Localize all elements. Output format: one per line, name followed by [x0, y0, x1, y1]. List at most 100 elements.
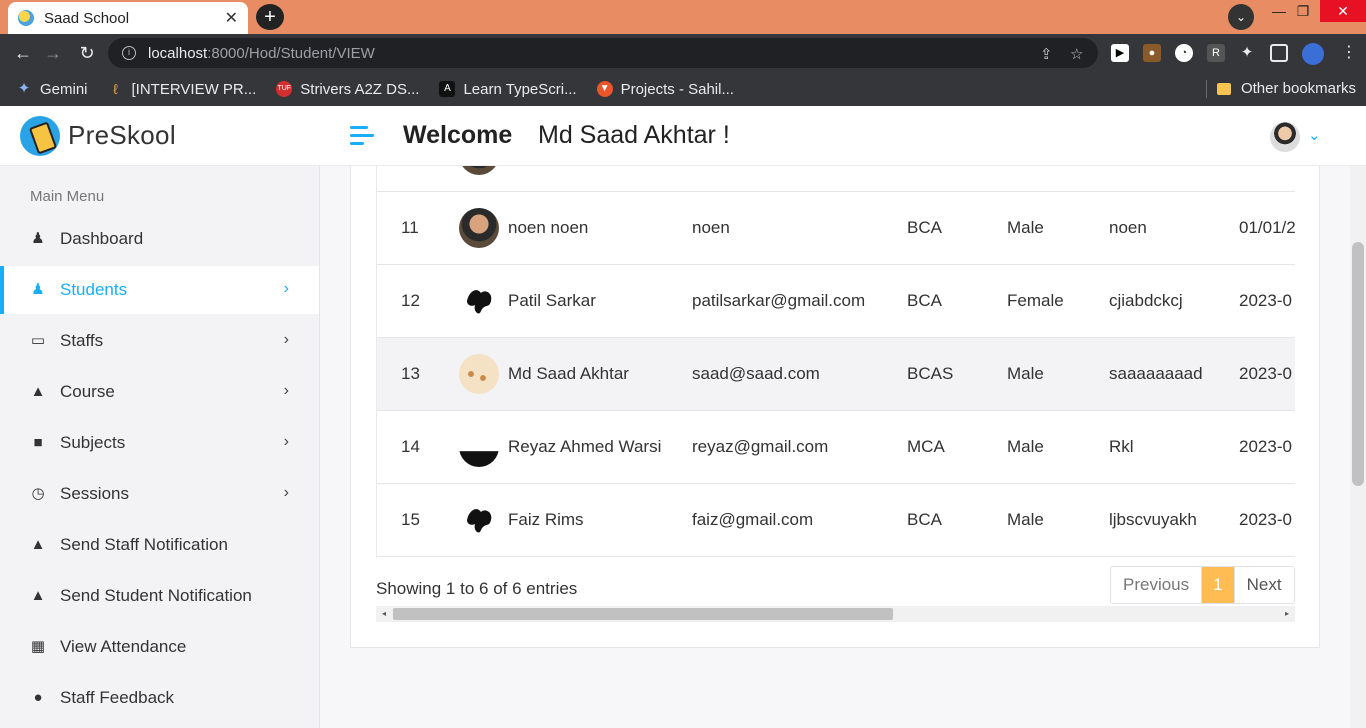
student-course: BCA: [907, 291, 942, 310]
favicon-icon: [18, 10, 34, 26]
chevron-down-icon[interactable]: ⌄: [1308, 126, 1321, 144]
sidebar-item-label: Send Staff Notification: [60, 535, 228, 554]
sidebar-item-sessions[interactable]: ◷ Sessions ›: [0, 470, 319, 518]
sidebar-item-view-attendance[interactable]: ▦ View Attendance: [0, 623, 319, 671]
user-name: Md Saad Akhtar !: [538, 121, 730, 149]
bookmark-item[interactable]: ▼ Projects - Sahil...: [596, 80, 734, 98]
bookmark-item[interactable]: A Learn TypeScri...: [439, 81, 577, 98]
horizontal-scroll-thumb[interactable]: [393, 608, 893, 620]
student-avatar: [459, 208, 499, 248]
student-gender: Male: [1007, 510, 1044, 529]
table-row: 11 noen noen noen BCA Male noen 01/01/2: [377, 192, 1295, 265]
browser-tab[interactable]: Saad School ✕: [8, 2, 248, 34]
leetcode-icon: ℓ: [113, 81, 118, 97]
address-bar[interactable]: i localhost:8000/Hod/Student/VIEW ⇪ ☆: [108, 38, 1098, 68]
student-address: noen: [1109, 218, 1147, 237]
bookmarks-bar: ✦ Gemini ℓ [INTERVIEW PR... TUF Strivers…: [0, 72, 1366, 106]
menu-toggle-icon[interactable]: [350, 126, 374, 148]
youtube-extension-icon[interactable]: ▶: [1111, 44, 1129, 62]
close-tab-icon[interactable]: ✕: [225, 8, 238, 28]
clock-icon: ◷: [31, 485, 45, 502]
student-name: Md Saad Akhtar: [508, 364, 629, 383]
site-info-icon[interactable]: i: [122, 46, 136, 60]
student-email: noen: [692, 218, 730, 237]
student-date: 2023-0: [1239, 510, 1292, 529]
brand-name: PreSkool: [68, 120, 176, 150]
student-email: patilsarkar@gmail.com: [692, 291, 866, 310]
menu-kebab-icon[interactable]: ⋮: [1340, 44, 1358, 62]
sidebar-item-label: Students: [60, 280, 128, 299]
tuf-icon: TUF: [276, 81, 293, 97]
reload-icon[interactable]: ↻: [76, 42, 98, 64]
student-course: MCA: [907, 437, 945, 456]
sidebar-item-send-student-notification[interactable]: ▲ Send Student Notification: [0, 572, 319, 620]
chevron-right-icon: ›: [283, 433, 289, 450]
comments-icon: ●: [33, 689, 43, 706]
bookmark-star-icon[interactable]: ☆: [1070, 45, 1083, 63]
forward-icon[interactable]: →: [42, 42, 64, 64]
sidebar-item-students[interactable]: ♟ Students ›: [0, 266, 319, 314]
vertical-scrollbar[interactable]: [1350, 166, 1366, 728]
bookmark-label: Strivers A2Z DS...: [300, 80, 420, 98]
close-window-button[interactable]: ✕: [1320, 0, 1366, 22]
vertical-scroll-thumb[interactable]: [1352, 242, 1364, 486]
avatar[interactable]: [1270, 122, 1300, 152]
sidebar-item-send-staff-notification[interactable]: ▲ Send Staff Notification: [0, 521, 319, 569]
student-name: Patil Sarkar: [508, 291, 596, 310]
student-icon: ♟: [31, 281, 45, 298]
share-icon[interactable]: ⇪: [1040, 45, 1053, 63]
sidebar-item-label: View Attendance: [60, 637, 187, 656]
scroll-right-icon[interactable]: ▸: [1279, 606, 1295, 622]
other-bookmarks[interactable]: Other bookmarks: [1216, 80, 1356, 97]
student-date: 01/01/2: [1239, 218, 1295, 237]
chevron-right-icon: ›: [283, 484, 289, 501]
subjects-icon: ■: [33, 434, 43, 451]
bookmark-label: Projects - Sahil...: [620, 80, 734, 98]
sidebar-item-staff-feedback[interactable]: ● Staff Feedback: [0, 674, 319, 722]
next-page-button[interactable]: Next: [1233, 567, 1294, 603]
clock-extension-icon[interactable]: ◔: [1175, 44, 1193, 62]
students-table: 11 noen noen noen BCA Male noen 01/01/2 …: [376, 166, 1295, 558]
browser-toolbar: ← → ↻ i localhost:8000/Hod/Student/VIEW …: [0, 34, 1366, 72]
students-card: 11 noen noen noen BCA Male noen 01/01/2 …: [350, 166, 1320, 648]
course-icon: ▲: [30, 383, 46, 400]
tab-title: Saad School: [44, 9, 130, 27]
menu-heading: Main Menu: [30, 188, 105, 205]
student-course: BCAS: [907, 364, 954, 383]
other-bookmarks-label: Other bookmarks: [1240, 80, 1356, 97]
student-date: 2023-0: [1239, 437, 1292, 456]
student-address: saaaaaaaad: [1109, 364, 1203, 383]
bookmark-item[interactable]: ℓ [INTERVIEW PR...: [108, 81, 256, 98]
tab-search-icon[interactable]: ⌄: [1228, 4, 1254, 30]
student-name: Faiz Rims: [508, 510, 584, 529]
bookmark-item[interactable]: ✦ Gemini: [16, 81, 88, 98]
angular-icon: A: [439, 81, 456, 97]
new-tab-button[interactable]: +: [256, 4, 284, 30]
profile-avatar-icon[interactable]: [1302, 43, 1324, 65]
gemini-icon: ✦: [17, 80, 31, 97]
sidebar-item-subjects[interactable]: ■ Subjects ›: [0, 419, 319, 467]
side-panel-icon[interactable]: [1270, 44, 1288, 62]
table-row: [377, 166, 1295, 192]
horizontal-scrollbar[interactable]: ◂ ▸: [376, 606, 1295, 622]
student-address: Rkl: [1109, 437, 1134, 456]
page-1-button[interactable]: 1: [1202, 567, 1234, 603]
top-header: Welcome Md Saad Akhtar ! ⌄: [320, 106, 1366, 166]
sidebar-item-course[interactable]: ▲ Course ›: [0, 368, 319, 416]
calendar-icon: ▦: [30, 638, 46, 655]
sidebar-item-staffs[interactable]: ▭ Staffs ›: [0, 317, 319, 365]
back-icon[interactable]: ←: [12, 42, 34, 64]
staff-icon: ▭: [30, 332, 46, 349]
extensions-puzzle-icon[interactable]: ✦: [1238, 44, 1256, 62]
previous-page-button[interactable]: Previous: [1111, 567, 1203, 603]
sidebar-item-label: Subjects: [60, 433, 126, 452]
brand-logo[interactable]: PreSkool: [0, 106, 320, 166]
sidebar-item-dashboard[interactable]: ♟ Dashboard: [0, 215, 319, 263]
student-gender: Male: [1007, 218, 1044, 237]
student-email: saad@saad.com: [692, 364, 820, 383]
scroll-left-icon[interactable]: ◂: [376, 606, 392, 622]
logo-icon: [20, 115, 60, 156]
r-extension-icon[interactable]: R: [1207, 44, 1225, 62]
bookmark-item[interactable]: TUF Strivers A2Z DS...: [276, 81, 419, 98]
cookie-extension-icon[interactable]: ●: [1143, 44, 1161, 62]
